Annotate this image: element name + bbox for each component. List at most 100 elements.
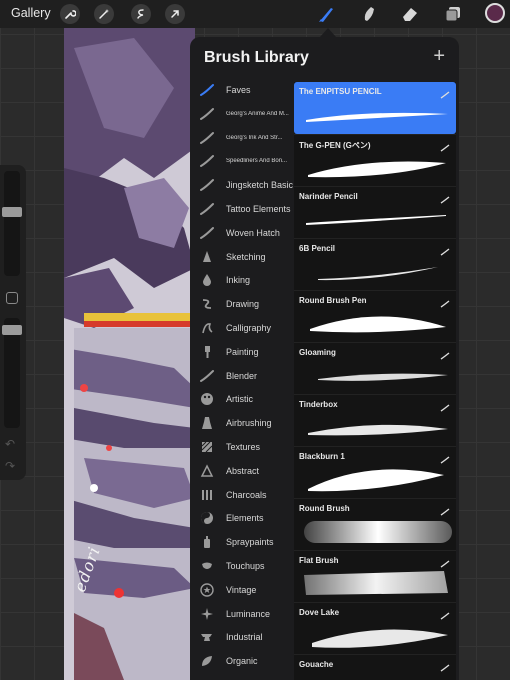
- brush-set-luminance[interactable]: Luminance: [190, 603, 293, 625]
- brush-set-elements[interactable]: Elements: [190, 507, 293, 529]
- brush-set-airbrushing[interactable]: Airbrushing: [190, 412, 293, 434]
- brush-set-inking[interactable]: Inking: [190, 269, 293, 291]
- ink-drop-icon: [199, 272, 215, 288]
- leaf-icon: [199, 653, 215, 669]
- brush-type-icon: [440, 555, 450, 568]
- modify-button[interactable]: [6, 292, 18, 304]
- brush-set-tattoo-elements[interactable]: Tattoo Elements: [190, 198, 293, 220]
- brush-set-label: Touchups: [226, 561, 265, 571]
- brush-stroke-icon: [199, 153, 215, 169]
- transform-icon[interactable]: [165, 4, 185, 24]
- brush-set-drawing[interactable]: Drawing: [190, 293, 293, 315]
- gallery-button[interactable]: Gallery: [11, 6, 51, 20]
- brush-type-icon: [440, 659, 450, 672]
- brush-set-label: Sketching: [226, 251, 266, 262]
- brush-library-pointer: [320, 28, 336, 37]
- brush-type-icon: [440, 607, 450, 620]
- brush-type-icon: [440, 399, 450, 412]
- brush-size-slider[interactable]: [4, 171, 20, 276]
- brush-stroke-icon: [199, 177, 215, 193]
- brush-stroke-icon: [199, 201, 215, 217]
- brush-set-industrial[interactable]: Industrial: [190, 626, 293, 648]
- brush-set-vintage[interactable]: Vintage: [190, 579, 293, 601]
- brush-icon[interactable]: [315, 3, 337, 25]
- brush-type-icon: [440, 86, 450, 99]
- brush-type-icon: [440, 243, 450, 256]
- undo-icon[interactable]: ↶: [5, 437, 15, 451]
- brush-item[interactable]: The ENPITSU PENCIL: [294, 82, 456, 134]
- brush-set-speedliners-and-bon[interactable]: Speedliners And Bon...: [190, 150, 293, 172]
- calligraphy-icon: [199, 320, 215, 336]
- swirl-icon: [199, 296, 215, 312]
- brush-set-woven-hatch[interactable]: Woven Hatch: [190, 222, 293, 244]
- brush-item[interactable]: The G-PEN (Gペン): [294, 134, 456, 186]
- brush-set-label: Speedliners And Bon...: [226, 158, 288, 165]
- brush-set-jingsketch-basics[interactable]: Jingsketch Basics: [190, 174, 293, 196]
- brush-type-icon: [440, 191, 450, 204]
- brush-item[interactable]: Round Brush Pen: [294, 290, 456, 342]
- smudge-icon[interactable]: [358, 3, 380, 25]
- brush-item[interactable]: Round Brush: [294, 498, 456, 550]
- brush-set-label: Drawing: [226, 299, 260, 310]
- brush-item[interactable]: Gloaming: [294, 342, 456, 394]
- brush-set-label: Vintage: [226, 584, 257, 595]
- brush-set-faves[interactable]: Faves: [190, 79, 293, 101]
- brush-library-panel: Brush Library + Faves Georg's Anime And M…: [190, 37, 459, 680]
- eraser-icon[interactable]: [399, 3, 421, 25]
- side-toolbar: ↶ ↷: [0, 165, 26, 480]
- brush-set-label: Painting: [226, 346, 259, 357]
- brush-set-calligraphy[interactable]: Calligraphy: [190, 317, 293, 339]
- brush-set-label: Spraypaints: [226, 537, 274, 548]
- brush-set-painting[interactable]: Painting: [190, 341, 293, 363]
- brush-set-label: Industrial: [226, 632, 263, 643]
- brush-item[interactable]: Blackburn 1: [294, 446, 456, 498]
- add-brush-button[interactable]: +: [433, 45, 445, 68]
- brush-set-abstract[interactable]: Abstract: [190, 460, 293, 482]
- brush-set-georg-s-ink-and-str[interactable]: Georg's Ink And Str...: [190, 127, 293, 149]
- spray-can-icon: [199, 534, 215, 550]
- brush-stroke-preview: [298, 305, 452, 341]
- brush-set-label: Textures: [226, 442, 261, 452]
- brush-item[interactable]: Gouache: [294, 654, 456, 680]
- brush-set-label: Artistic: [226, 394, 253, 405]
- brush-stroke-preview: [298, 149, 452, 185]
- brush-item[interactable]: Tinderbox: [294, 394, 456, 446]
- brush-item[interactable]: Dove Lake: [294, 602, 456, 654]
- layers-icon[interactable]: [442, 3, 464, 25]
- sparkle-icon: [199, 606, 215, 622]
- brush-size-handle[interactable]: [2, 207, 22, 217]
- brush-set-artistic[interactable]: Artistic: [190, 388, 293, 410]
- brush-set-georg-s-anime-and-m[interactable]: Georg's Anime And M...: [190, 103, 293, 125]
- brush-set-label: Blender: [226, 370, 258, 381]
- brush-stroke-preview: [298, 409, 452, 445]
- brush-stroke-preview: [298, 513, 452, 549]
- selection-icon[interactable]: [131, 4, 151, 24]
- brush-stroke-icon: [199, 130, 215, 146]
- brush-set-spraypaints[interactable]: Spraypaints: [190, 531, 293, 553]
- brush-set-blender[interactable]: Blender: [190, 365, 293, 387]
- brush-type-icon: [440, 503, 450, 516]
- wrench-icon[interactable]: [60, 4, 80, 24]
- brush-item[interactable]: Flat Brush: [294, 550, 456, 602]
- brush-name: The ENPITSU PENCIL: [299, 87, 382, 96]
- opacity-handle[interactable]: [2, 325, 22, 335]
- brush-set-charcoals[interactable]: Charcoals: [190, 484, 293, 506]
- color-picker[interactable]: [485, 3, 505, 23]
- brush-set-touchups[interactable]: Touchups: [190, 555, 293, 577]
- brush-name: Round Brush Pen: [299, 296, 367, 305]
- airbrush-icon: [199, 415, 215, 431]
- brush-stroke-preview: [298, 669, 452, 680]
- brush-item[interactable]: Narinder Pencil: [294, 186, 456, 238]
- brush-set-textures[interactable]: Textures: [190, 436, 293, 458]
- brush-stroke-preview: [298, 201, 452, 237]
- brush-stroke-icon: [199, 82, 215, 98]
- charcoal-icon: [199, 487, 215, 503]
- brush-item[interactable]: 6B Pencil: [294, 238, 456, 290]
- brush-set-organic[interactable]: Organic: [190, 650, 293, 672]
- brush-set-sketching[interactable]: Sketching: [190, 246, 293, 268]
- redo-icon[interactable]: ↷: [5, 459, 15, 473]
- brush-stroke-icon: [199, 106, 215, 122]
- brush-stroke-preview: [298, 253, 452, 289]
- magic-wand-icon[interactable]: [94, 4, 114, 24]
- brush-name: Blackburn 1: [299, 452, 345, 461]
